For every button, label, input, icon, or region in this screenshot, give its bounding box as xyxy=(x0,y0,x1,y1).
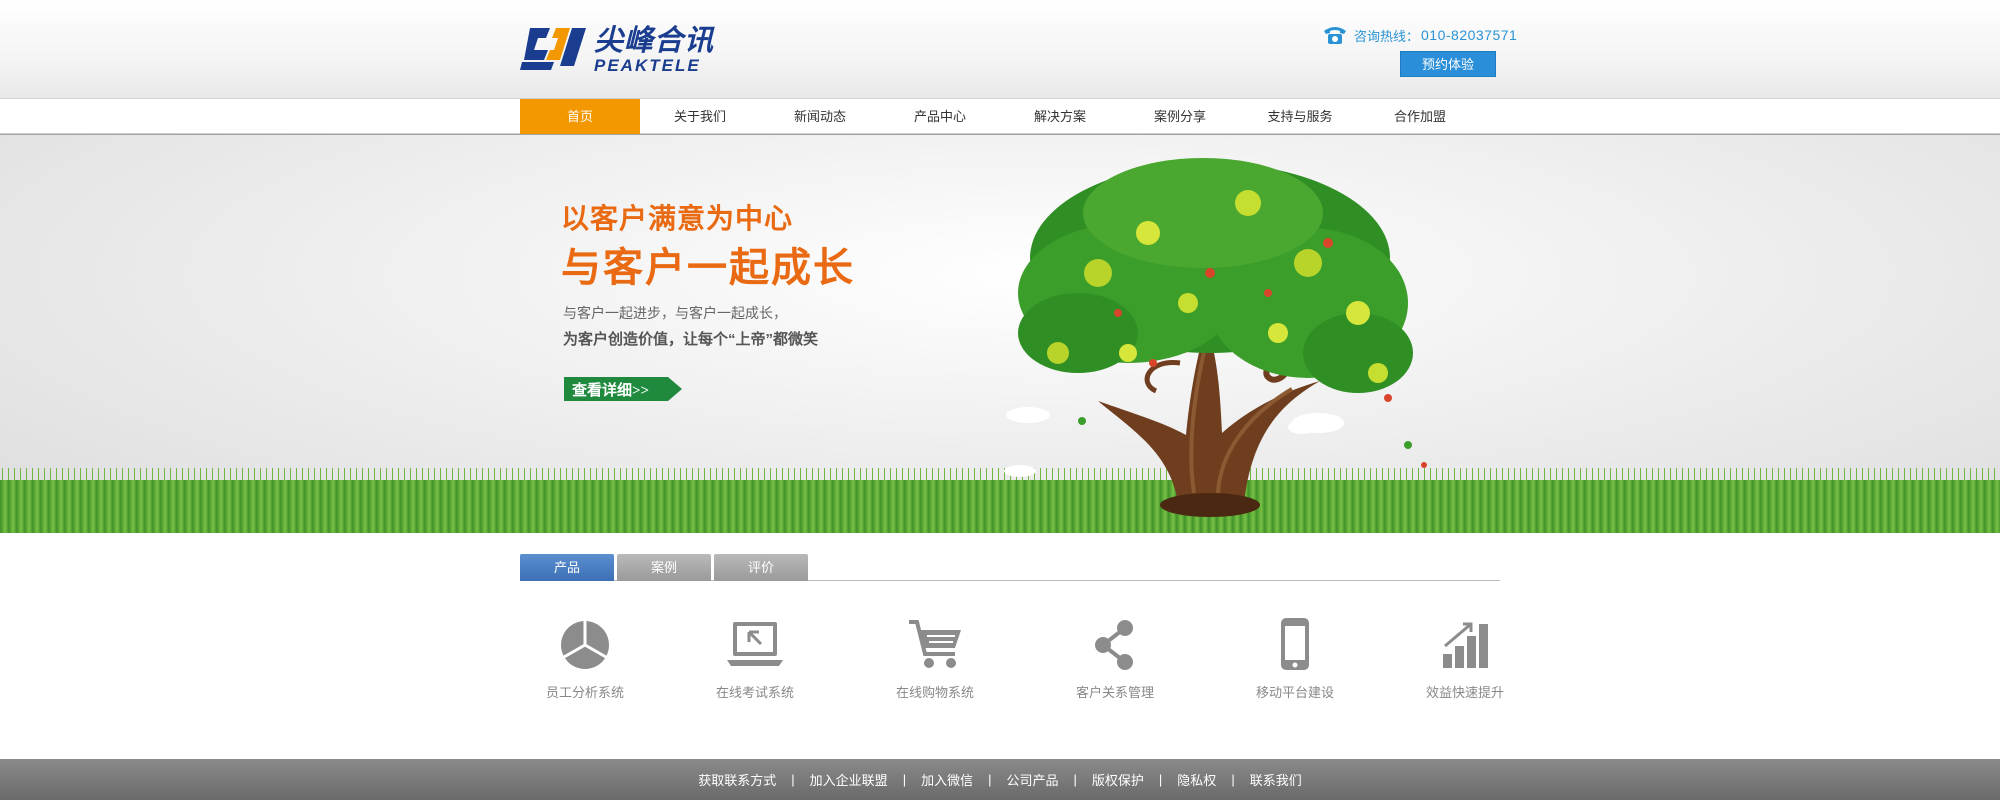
product-label: 客户关系管理 xyxy=(1075,685,1154,700)
footer-link-contact-us[interactable]: 联系我们 xyxy=(1250,770,1302,789)
book-trial-button[interactable]: 预约体验 xyxy=(1400,51,1496,77)
banner-sub-line2: 为客户创造价值，让每个“上帝”都微笑 xyxy=(563,331,819,348)
banner-sub-line1: 与客户一起进步，与客户一起成长， xyxy=(563,305,787,321)
product-label: 在线考试系统 xyxy=(715,685,794,700)
site-footer: 获取联系方式 | 加入企业联盟 | 加入微信 | 公司产品 | 版权保护 | 隐… xyxy=(0,759,2000,800)
view-details-label: 查看详细>> xyxy=(572,383,650,399)
logo-name-en: PEAKTELE xyxy=(594,56,701,75)
footer-separator: | xyxy=(1073,772,1077,787)
footer-link-privacy[interactable]: 隐私权 xyxy=(1177,770,1216,789)
footer-separator: | xyxy=(902,772,907,787)
nav-item-solutions[interactable]: 解决方案 xyxy=(1000,99,1120,134)
nav-item-products[interactable]: 产品中心 xyxy=(880,99,1000,134)
product-list: 员工分析系统 在线考试系统 在线购物系统 客户关系管理 移动平台建设 效益快速提… xyxy=(520,618,1504,708)
nav-item-partners[interactable]: 合作加盟 xyxy=(1360,99,1480,134)
hotline: 咨询热线： 010-82037571 xyxy=(1322,22,1517,48)
nav-item-about[interactable]: 关于我们 xyxy=(640,99,760,134)
product-benefit-growth[interactable]: 效益快速提升 xyxy=(1400,618,1530,708)
product-label: 效益快速提升 xyxy=(1425,685,1504,700)
content-tabs: 产品 案例 评价 xyxy=(520,554,1500,581)
nav-item-cases[interactable]: 案例分享 xyxy=(1120,99,1240,134)
footer-link-wechat[interactable]: 加入微信 xyxy=(921,770,973,789)
site-header: 尖峰合讯 PEAKTELE 咨询热线： 010-82037571 预约体验 xyxy=(0,0,2000,99)
phone-icon xyxy=(1324,27,1346,44)
tab-cases[interactable]: 案例 xyxy=(617,554,711,581)
product-label: 员工分析系统 xyxy=(545,685,624,700)
footer-separator: | xyxy=(791,772,795,787)
tab-products[interactable]: 产品 xyxy=(520,554,614,581)
product-crm[interactable]: 客户关系管理 xyxy=(1050,618,1180,708)
tree-illustration xyxy=(1004,158,1427,517)
mobile-phone-icon xyxy=(1281,618,1309,670)
logo-mark-icon xyxy=(520,28,586,70)
footer-separator: | xyxy=(1231,772,1235,787)
main-nav: 首页 关于我们 新闻动态 产品中心 解决方案 案例分享 支持与服务 合作加盟 xyxy=(0,99,2000,134)
footer-link-copyright[interactable]: 版权保护 xyxy=(1092,770,1144,789)
product-online-shopping[interactable]: 在线购物系统 xyxy=(870,618,1000,708)
share-icon xyxy=(1095,620,1133,670)
shopping-cart-icon xyxy=(909,620,961,668)
nav-item-home[interactable]: 首页 xyxy=(520,99,640,134)
hotline-number: 010-82037571 xyxy=(1421,27,1518,43)
view-details-button[interactable]: 查看详细>> xyxy=(564,377,682,401)
logo-name-cn: 尖峰合讯 xyxy=(594,25,715,57)
hotline-label: 咨询热线： xyxy=(1354,28,1420,44)
footer-link-products[interactable]: 公司产品 xyxy=(1006,770,1058,789)
product-employee-analysis[interactable]: 员工分析系统 xyxy=(520,618,650,708)
laptop-icon xyxy=(727,622,783,666)
footer-link-alliance[interactable]: 加入企业联盟 xyxy=(810,770,888,789)
product-label: 移动平台建设 xyxy=(1255,685,1334,700)
footer-separator: | xyxy=(988,772,992,787)
banner-slogan-line1: 以客户满意为中心 xyxy=(561,204,794,235)
product-label: 在线购物系统 xyxy=(895,685,974,700)
pie-chart-icon xyxy=(561,621,609,669)
banner-slogan-line2: 与客户一起成长 xyxy=(561,245,855,290)
logo[interactable]: 尖峰合讯 PEAKTELE xyxy=(520,24,713,75)
footer-separator: | xyxy=(1158,772,1163,787)
footer-link-contact-info[interactable]: 获取联系方式 xyxy=(698,770,776,789)
hero-banner: 以客户满意为中心 与客户一起成长 与客户一起进步，与客户一起成长， 为客户创造价… xyxy=(0,135,2000,533)
tab-reviews[interactable]: 评价 xyxy=(714,554,808,581)
product-online-exam[interactable]: 在线考试系统 xyxy=(690,618,820,708)
nav-item-news[interactable]: 新闻动态 xyxy=(760,99,880,134)
bar-growth-icon xyxy=(1443,622,1488,668)
product-mobile-platform[interactable]: 移动平台建设 xyxy=(1230,618,1360,708)
nav-item-support[interactable]: 支持与服务 xyxy=(1240,99,1360,134)
